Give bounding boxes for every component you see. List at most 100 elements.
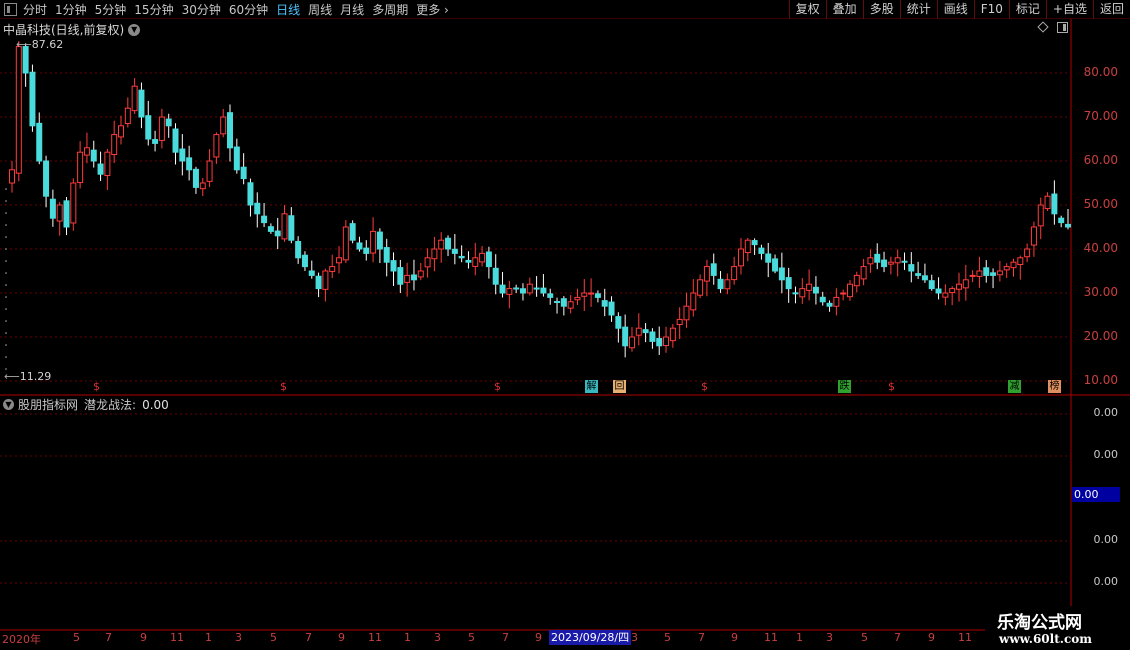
candle-body	[1065, 223, 1071, 228]
dollar-signal-marker[interactable]: $	[701, 380, 708, 393]
low-price-label: ⟵11.29	[4, 370, 52, 383]
candle-body	[635, 327, 642, 336]
toolbar-button[interactable]: +自选	[1045, 0, 1093, 19]
candle-body	[404, 274, 411, 283]
period-toolbar: 分时 1分钟 5分钟 15分钟 30分钟 60分钟 日线 周线 月线 多周期 更多 › 复权 叠加 多股…	[0, 0, 1130, 19]
edge-dot	[5, 188, 7, 190]
candle-body	[860, 266, 867, 280]
candle-body	[485, 251, 492, 268]
period-tab[interactable]: 30分钟	[182, 1, 221, 18]
event-signal-marker[interactable]: 解	[585, 380, 598, 393]
candle-body	[526, 283, 533, 294]
candle-body	[15, 46, 22, 174]
candle-body	[1017, 257, 1024, 265]
dollar-signal-marker[interactable]: $	[494, 380, 501, 393]
chart-canvas[interactable]	[0, 19, 1130, 649]
watermark: 乐淘公式网 www.60lt.com	[985, 606, 1130, 650]
time-tick-label: 5	[468, 631, 475, 644]
event-signal-marker[interactable]: 回	[613, 380, 626, 393]
period-tab[interactable]: 分时	[23, 1, 47, 18]
price-tick-label: 80.00	[1083, 65, 1118, 79]
candle-body	[519, 288, 526, 294]
period-tab[interactable]: 60分钟	[229, 1, 268, 18]
edge-dot	[5, 344, 7, 346]
candle-body	[949, 288, 956, 294]
period-tab[interactable]: 更多 ›	[416, 1, 449, 18]
candle-body	[772, 258, 779, 272]
period-tabs: 分时 1分钟 5分钟 15分钟 30分钟 60分钟 日线 周线 月线 多周期 更多 ›	[23, 1, 457, 18]
time-tick-label: 5	[861, 631, 868, 644]
candle-body	[928, 280, 935, 290]
dollar-signal-marker[interactable]: $	[280, 380, 287, 393]
candle-body	[887, 261, 894, 265]
candle-body	[56, 204, 63, 222]
candle-body	[697, 279, 704, 296]
candle-body	[145, 115, 152, 140]
candle-body	[118, 125, 125, 138]
candle-body	[628, 336, 635, 349]
price-tick-label: 20.00	[1083, 329, 1118, 343]
time-tick-label: 11	[958, 631, 972, 644]
candle-body	[124, 107, 131, 125]
candlestick-series	[9, 41, 1071, 358]
candle-body	[465, 259, 472, 263]
layout-toggle-icon[interactable]	[4, 2, 17, 16]
period-tab[interactable]: 15分钟	[134, 1, 173, 18]
candle-body	[261, 215, 268, 224]
candle-body	[308, 270, 315, 276]
candle-body	[533, 287, 540, 290]
event-signal-marker[interactable]: 减	[1008, 380, 1021, 393]
candle-body	[751, 240, 758, 246]
toolbar-button[interactable]: 复权	[788, 0, 826, 19]
price-tick-label: 10.00	[1083, 373, 1118, 387]
time-tick-label: 5	[73, 631, 80, 644]
candle-body	[826, 302, 833, 307]
time-axis: 2020年 5 7 9 11 1 3 5 7 9 11 1 3 5 7 9 3 5 7 9 11 1 3 5 7 9 11	[0, 630, 990, 646]
candle-body	[955, 283, 962, 290]
candle-body	[669, 327, 676, 342]
period-tab[interactable]: 月线	[340, 1, 364, 18]
toolbar-button[interactable]: F10	[973, 0, 1009, 19]
edge-dot	[5, 236, 7, 238]
indicator-source[interactable]: 股朋指标网	[18, 396, 78, 413]
candle-body	[717, 278, 724, 290]
chevron-down-icon[interactable]: ▼	[3, 399, 14, 410]
candle-body	[615, 316, 622, 329]
event-signal-marker[interactable]: 跌	[838, 380, 851, 393]
indicator-tick-label: 0.00	[1093, 575, 1119, 588]
dollar-signal-marker[interactable]: $	[888, 380, 895, 393]
period-tab[interactable]: 日线	[276, 1, 300, 18]
candle-body	[274, 230, 281, 237]
candle-body	[301, 254, 308, 268]
dollar-signal-marker[interactable]: $	[93, 380, 100, 393]
candle-body	[329, 266, 336, 272]
candle-body	[356, 242, 363, 250]
time-tick-label: 9	[535, 631, 542, 644]
period-tab[interactable]: 周线	[308, 1, 332, 18]
candle-body	[370, 230, 377, 254]
toolbar-button[interactable]: 多股	[862, 0, 900, 19]
toolbar-button[interactable]: 画线	[936, 0, 974, 19]
toolbar-button[interactable]: 返回	[1092, 0, 1130, 19]
candle-body	[397, 267, 404, 285]
toolbar-button[interactable]: 标记	[1008, 0, 1046, 19]
candle-body	[833, 296, 840, 307]
period-tab[interactable]: 多周期	[372, 1, 408, 18]
period-tab[interactable]: 5分钟	[95, 1, 127, 18]
candle-body	[479, 252, 486, 263]
time-tick-label: 11	[170, 631, 184, 644]
candle-body	[49, 198, 56, 219]
candle-body	[737, 248, 744, 267]
event-signal-marker[interactable]: 榜	[1048, 380, 1061, 393]
period-tab[interactable]: 1分钟	[55, 1, 87, 18]
candle-body	[1044, 195, 1051, 210]
toolbar-button[interactable]: 叠加	[825, 0, 863, 19]
candle-body	[915, 273, 922, 276]
candle-body	[990, 272, 997, 276]
candle-body	[806, 283, 813, 291]
candle-body	[199, 182, 206, 190]
toolbar-button[interactable]: 统计	[899, 0, 937, 19]
candle-body	[874, 253, 881, 263]
candle-body	[349, 223, 356, 241]
candle-body	[547, 293, 554, 298]
